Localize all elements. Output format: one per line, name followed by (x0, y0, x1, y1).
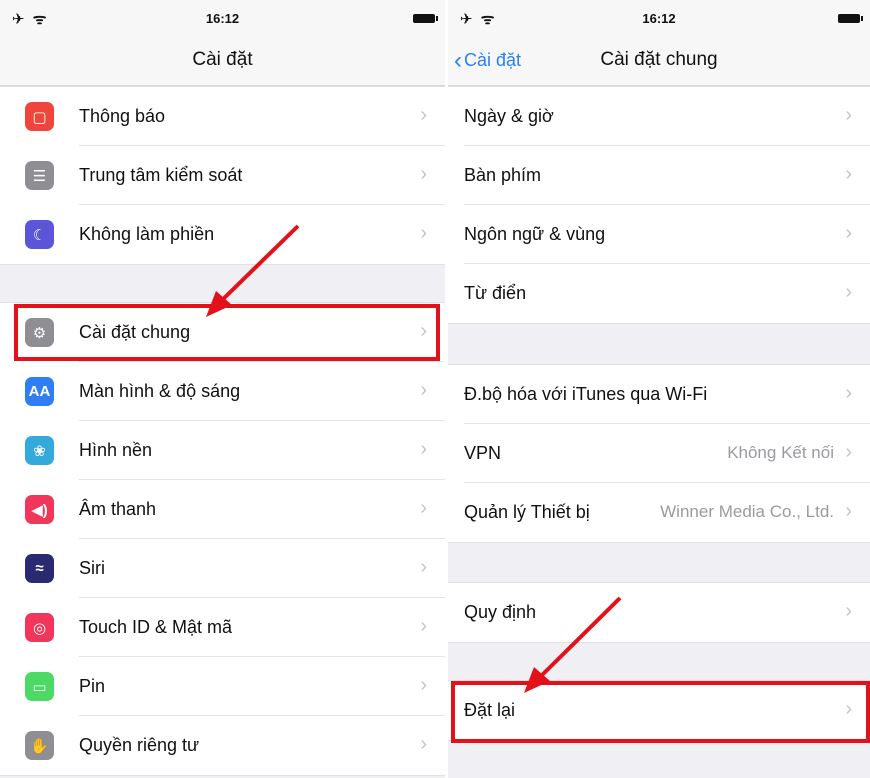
chevron-right-icon: › (420, 438, 427, 460)
row-vpn[interactable]: VPN Không Kết nối › (448, 424, 870, 483)
row-ban-phim[interactable]: Bàn phím › (448, 146, 870, 205)
row-khong-lam-phien[interactable]: ☾ Không làm phiền › (0, 205, 445, 264)
general-group-3: Quy định › (448, 582, 870, 643)
chevron-right-icon: › (845, 441, 852, 463)
row-quan-ly-thiet-bi[interactable]: Quản lý Thiết bị Winner Media Co., Ltd. › (448, 483, 870, 542)
chevron-right-icon: › (845, 222, 852, 244)
general-group-4: Đặt lại › (448, 680, 870, 741)
settings-group-1: ▢ Thông báo › ☰ Trung tâm kiểm soát › ☾ Không l… (0, 86, 445, 265)
row-label: Siri (79, 558, 105, 578)
status-bar: ✈ ᯤ 16:12 (448, 0, 870, 34)
siri-icon: ≈ (25, 554, 54, 583)
row-d-bo-hoa-voi-itunes-qua-wi-fi[interactable]: Đ.bộ hóa với iTunes qua Wi-Fi › (448, 365, 870, 424)
chevron-right-icon: › (420, 104, 427, 126)
row-dat-lai[interactable]: Đặt lại › (448, 681, 870, 740)
control-center-icon: ☰ (25, 161, 54, 190)
battery-status-icon (838, 14, 863, 23)
row-tu-dien[interactable]: Từ điển › (448, 264, 870, 323)
row-quyen-rieng-tu[interactable]: ✋ Quyền riêng tư › (0, 716, 445, 775)
row-label: Quy định (464, 602, 537, 622)
row-thong-bao[interactable]: ▢ Thông báo › (0, 87, 445, 146)
row-label: Màn hình & độ sáng (79, 381, 241, 401)
settings-screen: ✈ ᯤ 16:12 Cài đặt ▢ Thông báo › ☰ Trung tâm … (0, 0, 445, 778)
chevron-right-icon: › (845, 600, 852, 622)
chevron-right-icon: › (420, 222, 427, 244)
display-brightness-icon: AA (25, 377, 54, 406)
chevron-right-icon: › (845, 163, 852, 185)
row-ngay-gio[interactable]: Ngày & giờ › (448, 87, 870, 146)
chevron-right-icon: › (420, 556, 427, 578)
notifications-icon: ▢ (25, 102, 54, 131)
nav-bar: Cài đặt (0, 34, 445, 86)
general-settings-screen: ✈ ᯤ 16:12 ‹ Cài đặt Cài đặt chung Ngày & … (448, 0, 870, 778)
chevron-right-icon: › (845, 500, 852, 522)
moon-icon: ☾ (25, 220, 54, 249)
row-man-hinh-do-sang[interactable]: AA Màn hình & độ sáng › (0, 362, 445, 421)
chevron-right-icon: › (420, 320, 427, 342)
row-value: Winner Media Co., Ltd. (660, 502, 834, 521)
row-label: Hình nền (79, 440, 153, 460)
row-label: Từ điển (464, 283, 527, 303)
row-siri[interactable]: ≈ Siri › (0, 539, 445, 598)
battery-icon: ▭ (25, 672, 54, 701)
row-value: Không Kết nối (727, 443, 834, 462)
row-label: Quản lý Thiết bị (464, 502, 590, 522)
chevron-right-icon: › (845, 281, 852, 303)
row-label: VPN (464, 443, 502, 463)
wallpaper-icon: ❀ (25, 436, 54, 465)
row-touch-id-mat-ma[interactable]: ◎ Touch ID & Mật mã › (0, 598, 445, 657)
page-title: Cài đặt (192, 49, 253, 70)
row-label: Trung tâm kiểm soát (79, 165, 243, 185)
row-label: Đặt lại (464, 700, 516, 720)
hand-icon: ✋ (25, 731, 54, 760)
row-label: Ngôn ngữ & vùng (464, 224, 606, 244)
row-label: Pin (79, 676, 106, 696)
chevron-right-icon: › (845, 698, 852, 720)
chevron-right-icon: › (420, 733, 427, 755)
row-label: Đ.bộ hóa với iTunes qua Wi-Fi (464, 384, 708, 404)
row-ngon-ngu-vung[interactable]: Ngôn ngữ & vùng › (448, 205, 870, 264)
row-label: Ngày & giờ (464, 106, 554, 126)
chevron-right-icon: › (845, 382, 852, 404)
nav-bar: ‹ Cài đặt Cài đặt chung (448, 34, 870, 86)
chevron-right-icon: › (420, 674, 427, 696)
row-am-thanh[interactable]: ◀) Âm thanh › (0, 480, 445, 539)
general-group-1: Ngày & giờ › Bàn phím › Ngôn ngữ & vùng › Từ đ… (448, 86, 870, 324)
fingerprint-icon: ◎ (25, 613, 54, 642)
row-label: Âm thanh (79, 499, 157, 519)
general-group-2: Đ.bộ hóa với iTunes qua Wi-Fi › VPN Không K… (448, 364, 870, 543)
chevron-right-icon: › (845, 104, 852, 126)
settings-group-2: ⚙ Cài đặt chung › AA Màn hình & độ sáng › ❀ Hìn… (0, 302, 445, 776)
status-time: 16:12 (642, 11, 676, 26)
row-label: Thông báo (79, 106, 166, 126)
row-cai-dat-chung[interactable]: ⚙ Cài đặt chung › (0, 303, 445, 362)
row-label: Cài đặt chung (79, 322, 191, 342)
status-bar: ✈ ᯤ 16:12 (0, 0, 445, 34)
status-time: 16:12 (205, 11, 240, 26)
row-label: Bàn phím (464, 165, 542, 185)
chevron-right-icon: › (420, 615, 427, 637)
row-trung-tam-kiem-soat[interactable]: ☰ Trung tâm kiểm soát › (0, 146, 445, 205)
row-label: Touch ID & Mật mã (79, 617, 233, 637)
page-title: Cài đặt chung (600, 49, 718, 70)
row-pin[interactable]: ▭ Pin › (0, 657, 445, 716)
row-label: Quyền riêng tư (79, 735, 200, 755)
row-quy-dinh[interactable]: Quy định › (448, 583, 870, 642)
chevron-right-icon: › (420, 163, 427, 185)
row-hinh-nen[interactable]: ❀ Hình nền › (0, 421, 445, 480)
chevron-right-icon: › (420, 379, 427, 401)
chevron-right-icon: › (420, 497, 427, 519)
battery-status-icon (413, 14, 438, 23)
row-label: Không làm phiền (79, 224, 215, 244)
gear-icon: ⚙ (25, 318, 54, 347)
speaker-icon: ◀) (25, 495, 54, 524)
